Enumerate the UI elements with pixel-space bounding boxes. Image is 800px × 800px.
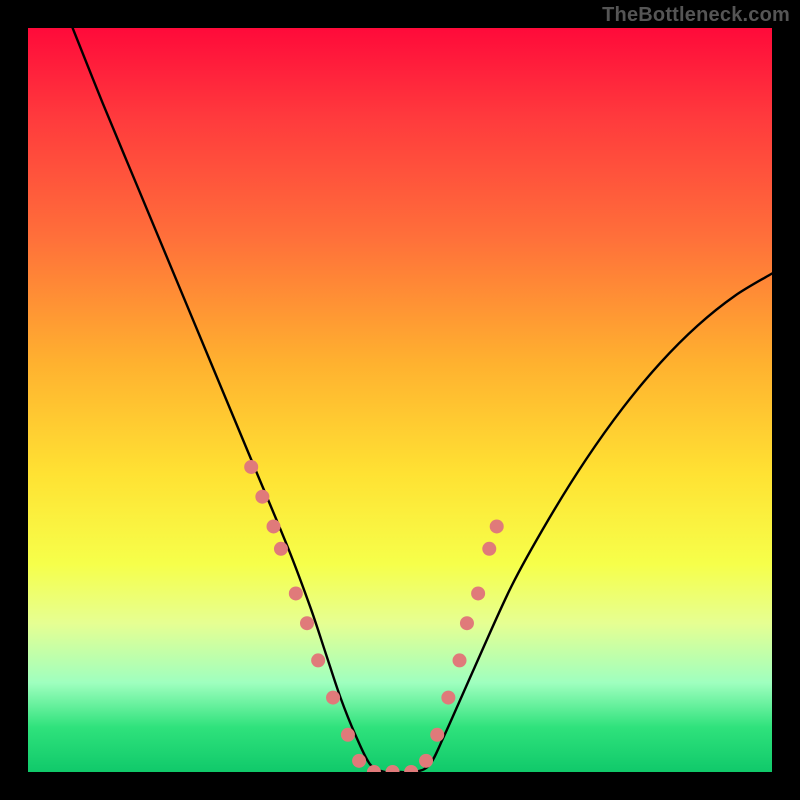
plot-area: [28, 28, 772, 772]
marker-dot: [482, 542, 496, 556]
marker-dot: [352, 754, 366, 768]
marker-dot: [244, 460, 258, 474]
marker-dot: [471, 586, 485, 600]
marker-dot: [419, 754, 433, 768]
marker-dot: [460, 616, 474, 630]
marker-dot: [300, 616, 314, 630]
chart-overlay: [28, 28, 772, 772]
marker-dot: [453, 653, 467, 667]
watermark-text: TheBottleneck.com: [602, 4, 790, 27]
marker-group: [244, 460, 504, 772]
marker-dot: [274, 542, 288, 556]
marker-dot: [267, 519, 281, 533]
marker-dot: [367, 765, 381, 772]
curve-line: [73, 28, 772, 772]
marker-dot: [289, 586, 303, 600]
marker-dot: [490, 519, 504, 533]
chart-stage: TheBottleneck.com: [0, 0, 800, 800]
marker-dot: [341, 728, 355, 742]
marker-dot: [441, 691, 455, 705]
marker-dot: [311, 653, 325, 667]
marker-dot: [386, 765, 400, 772]
marker-dot: [430, 728, 444, 742]
marker-dot: [255, 490, 269, 504]
marker-dot: [326, 691, 340, 705]
marker-dot: [404, 765, 418, 772]
